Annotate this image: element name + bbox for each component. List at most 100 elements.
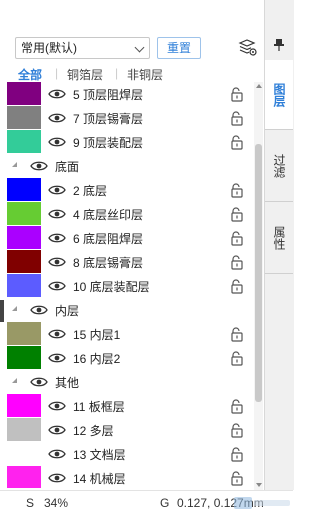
reset-button[interactable]: 重置	[157, 37, 201, 59]
layer-row[interactable]: 6 底层阻焊层	[0, 226, 254, 250]
layer-label: 5 顶层阻焊层	[73, 88, 144, 102]
layer-color-swatch[interactable]	[7, 466, 41, 488]
layer-color-swatch[interactable]	[7, 178, 41, 201]
filter-separator: |	[55, 66, 59, 80]
layer-group-row[interactable]: 内层	[0, 298, 254, 322]
layer-group-label: 其他	[55, 376, 80, 390]
unlock-icon[interactable]	[229, 182, 245, 198]
scrollbar[interactable]	[254, 82, 263, 490]
filter-all-link[interactable]: 全部	[18, 66, 42, 83]
unlock-icon[interactable]	[229, 230, 245, 246]
panel-resize-handle[interactable]	[0, 300, 4, 322]
chevron-down-icon	[134, 42, 145, 53]
layer-row[interactable]: 16 内层2	[0, 346, 254, 370]
eye-icon[interactable]	[48, 280, 66, 292]
layer-row[interactable]: 14 机械层	[0, 466, 254, 488]
layer-label: 7 顶层锡膏层	[73, 112, 144, 126]
unlock-icon[interactable]	[229, 398, 245, 414]
layer-toolbar: 常用(默认) 重置	[0, 0, 264, 62]
side-tab-bar: 图层 过滤 属性	[264, 0, 294, 490]
collapse-triangle-icon[interactable]	[12, 162, 17, 167]
layer-row[interactable]: 11 板框层	[0, 394, 254, 418]
tab-filter[interactable]: 过滤	[265, 130, 293, 202]
layer-group-row[interactable]: 底面	[0, 154, 254, 178]
layer-group-label: 内层	[55, 304, 80, 318]
layer-label: 14 机械层	[73, 472, 126, 486]
layer-color-swatch[interactable]	[7, 250, 41, 273]
eye-icon[interactable]	[30, 304, 48, 316]
pin-icon[interactable]	[273, 38, 285, 52]
unlock-icon[interactable]	[229, 254, 245, 270]
scroll-down-arrow-icon[interactable]	[256, 483, 262, 487]
layer-label: 11 板框层	[73, 400, 125, 414]
filter-copper-link[interactable]: 铜箔层	[67, 66, 103, 83]
unlock-icon[interactable]	[229, 470, 245, 486]
eye-icon[interactable]	[30, 160, 48, 172]
layer-row[interactable]: 7 顶层锡膏层	[0, 106, 254, 130]
layer-label: 10 底层装配层	[73, 280, 150, 294]
unlock-icon[interactable]	[229, 206, 245, 222]
unlock-icon[interactable]	[229, 278, 245, 294]
eye-icon[interactable]	[48, 352, 66, 364]
layer-color-swatch[interactable]	[7, 130, 41, 153]
eye-icon[interactable]	[48, 400, 66, 412]
unlock-icon[interactable]	[229, 326, 245, 342]
layer-label: 9 顶层装配层	[73, 136, 144, 150]
eye-icon[interactable]	[48, 424, 66, 436]
eye-icon[interactable]	[48, 328, 66, 340]
unlock-icon[interactable]	[229, 422, 245, 438]
layer-group-row[interactable]: 其他	[0, 370, 254, 394]
eye-icon[interactable]	[30, 376, 48, 388]
eye-icon[interactable]	[48, 208, 66, 220]
layer-filter-row: 全部 | 铜箔层 | 非铜层	[0, 64, 264, 82]
layer-color-swatch[interactable]	[7, 346, 41, 369]
layer-row[interactable]: 2 底层	[0, 178, 254, 202]
layer-color-swatch[interactable]	[7, 442, 41, 465]
unlock-icon[interactable]	[229, 86, 245, 102]
eye-icon[interactable]	[48, 232, 66, 244]
filter-separator: |	[115, 66, 119, 80]
layer-label: 13 文档层	[73, 448, 126, 462]
collapse-triangle-icon[interactable]	[12, 306, 17, 311]
layer-settings-icon[interactable]	[238, 38, 258, 58]
layer-label: 2 底层	[73, 184, 108, 198]
layer-color-swatch[interactable]	[7, 106, 41, 129]
layer-row[interactable]: 4 底层丝印层	[0, 202, 254, 226]
layer-color-swatch[interactable]	[7, 202, 41, 225]
unlock-icon[interactable]	[229, 110, 245, 126]
eye-icon[interactable]	[48, 472, 66, 484]
tab-properties[interactable]: 属性	[265, 202, 293, 274]
scroll-up-arrow-icon[interactable]	[256, 84, 262, 88]
eye-icon[interactable]	[48, 88, 66, 100]
scroll-thumb[interactable]	[255, 144, 262, 402]
layer-label: 8 底层锡膏层	[73, 256, 144, 270]
layer-row[interactable]: 12 多层	[0, 418, 254, 442]
preset-select-value: 常用(默认)	[21, 41, 77, 55]
layer-row[interactable]: 8 底层锡膏层	[0, 250, 254, 274]
layer-color-swatch[interactable]	[7, 82, 41, 105]
layer-row[interactable]: 13 文档层	[0, 442, 254, 466]
layer-row[interactable]: 10 底层装配层	[0, 274, 254, 298]
layer-color-swatch[interactable]	[7, 322, 41, 345]
unlock-icon[interactable]	[229, 350, 245, 366]
tab-layers[interactable]: 图层	[265, 60, 293, 130]
collapse-triangle-icon[interactable]	[12, 378, 17, 383]
eye-icon[interactable]	[48, 448, 66, 460]
layer-color-swatch[interactable]	[7, 226, 41, 249]
layer-color-swatch[interactable]	[7, 418, 41, 441]
eye-icon[interactable]	[48, 112, 66, 124]
layer-row[interactable]: 5 顶层阻焊层	[0, 82, 254, 106]
filter-non-copper-link[interactable]: 非铜层	[127, 66, 163, 83]
eye-icon[interactable]	[48, 184, 66, 196]
layer-label: 6 底层阻焊层	[73, 232, 144, 246]
unlock-icon[interactable]	[229, 446, 245, 462]
layer-row[interactable]: 9 顶层装配层	[0, 130, 254, 154]
layer-color-swatch[interactable]	[7, 274, 41, 297]
unlock-icon[interactable]	[229, 134, 245, 150]
layer-color-swatch[interactable]	[7, 394, 41, 417]
eye-icon[interactable]	[48, 256, 66, 268]
preset-select[interactable]: 常用(默认)	[15, 37, 150, 59]
layer-row[interactable]: 15 内层1	[0, 322, 254, 346]
eye-icon[interactable]	[48, 136, 66, 148]
grid-label: G	[160, 496, 170, 510]
